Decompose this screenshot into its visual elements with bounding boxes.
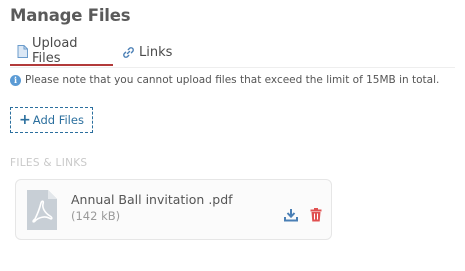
- file-name[interactable]: Annual Ball invitation .pdf: [71, 192, 233, 207]
- upload-limit-note: i Please note that you cannot upload fil…: [10, 74, 439, 86]
- tab-bar: Upload Files Links: [10, 36, 172, 66]
- tab-upload-files-label: Upload Files: [32, 36, 78, 66]
- trash-icon[interactable]: [310, 207, 322, 226]
- file-item: Annual Ball invitation .pdf (142 kB): [15, 179, 332, 240]
- upload-limit-text: Please note that you cannot upload files…: [25, 74, 440, 86]
- tab-links-label: Links: [139, 44, 173, 60]
- pdf-file-icon: [26, 189, 58, 235]
- add-files-button[interactable]: + Add Files: [10, 107, 93, 133]
- tab-upload-files[interactable]: Upload Files: [10, 36, 113, 66]
- file-size: (142 kB): [71, 209, 121, 223]
- tab-divider: [10, 67, 455, 68]
- page-title: Manage Files: [10, 6, 131, 25]
- files-links-section-label: FILES & LINKS: [10, 157, 88, 169]
- download-icon[interactable]: [284, 207, 298, 226]
- link-icon: [122, 46, 135, 59]
- add-files-label: Add Files: [32, 113, 84, 127]
- info-icon: i: [10, 74, 21, 86]
- file-icon: [17, 44, 28, 58]
- plus-icon: +: [19, 112, 31, 128]
- tab-links[interactable]: Links: [113, 38, 172, 66]
